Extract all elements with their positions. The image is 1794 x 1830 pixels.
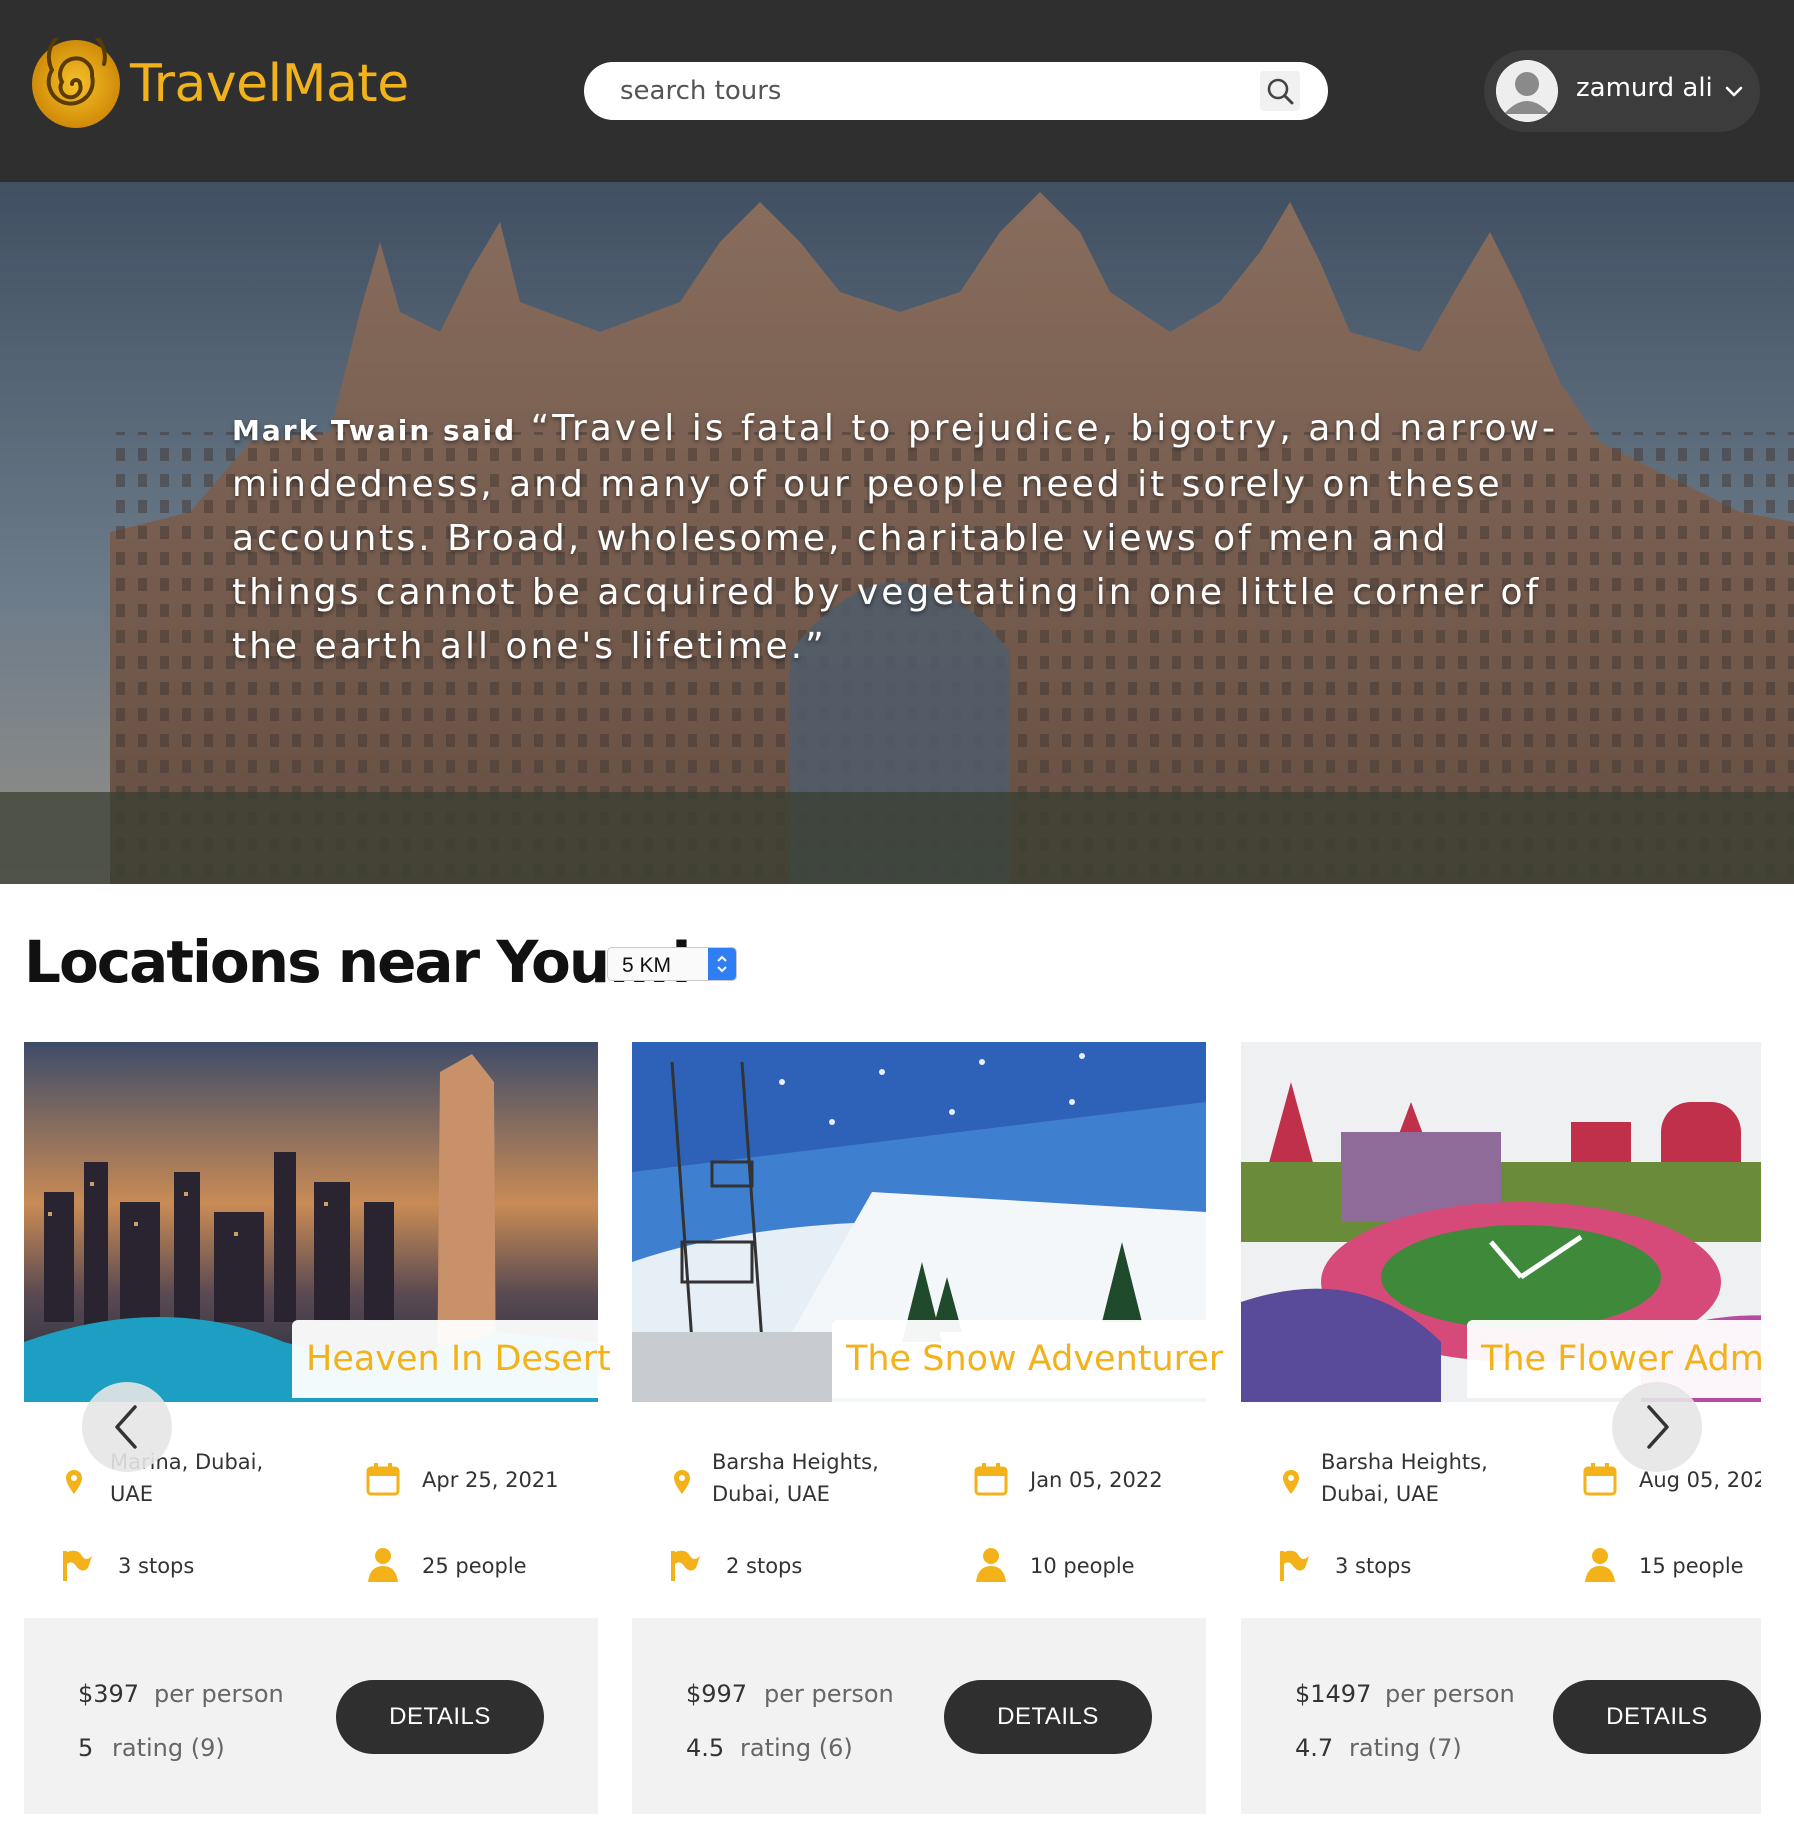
rating-count: rating (9) <box>112 1734 225 1762</box>
tour-location: Barsha Heights, Dubai, UAE <box>712 1450 879 1506</box>
flag-icon <box>1280 1550 1309 1581</box>
section-title: Locations near You...! <box>24 928 695 996</box>
tour-rating: 4.7 <box>1295 1734 1334 1762</box>
tour-people: 25 people <box>422 1554 527 1578</box>
rating-count: rating (6) <box>740 1734 853 1762</box>
tour-title: The Flower Admirer <box>1467 1320 1761 1398</box>
tour-card-footer: $1497 per person 4.7 rating (7) DETAILS <box>1241 1618 1761 1814</box>
calendar-icon <box>1583 1463 1617 1496</box>
spiral-logo-icon <box>32 38 120 128</box>
tour-card-footer: $997 per person 4.5 rating (6) DETAILS <box>632 1618 1206 1814</box>
tour-title: The Snow Adventurer <box>832 1320 1238 1398</box>
tour-price: $997 <box>686 1680 748 1708</box>
tour-title: Heaven In Desert <box>292 1320 625 1398</box>
location-pin-icon <box>1283 1470 1299 1494</box>
tour-card-footer: $397 per person 5 rating (9) DETAILS <box>24 1618 598 1814</box>
brand-logo[interactable]: TravelMate <box>30 38 409 130</box>
rating-count: rating (7) <box>1349 1734 1462 1762</box>
location-pin-icon <box>66 1470 82 1494</box>
price-unit: per person <box>154 1680 284 1708</box>
price-unit: per person <box>1385 1680 1515 1708</box>
quote-author: Mark Twain said <box>232 414 517 447</box>
carousel-next-button[interactable] <box>1612 1382 1702 1472</box>
tour-location: Barsha Heights, Dubai, UAE <box>1321 1450 1488 1506</box>
user-menu[interactable]: zamurd ali <box>1484 50 1760 132</box>
details-button[interactable]: DETAILS <box>944 1680 1152 1754</box>
search-input[interactable] <box>620 62 1220 120</box>
details-button[interactable]: DETAILS <box>1553 1680 1761 1754</box>
person-icon <box>1585 1548 1615 1582</box>
flag-icon <box>671 1550 700 1581</box>
details-button[interactable]: DETAILS <box>336 1680 544 1754</box>
tour-stops: 2 stops <box>726 1554 803 1578</box>
calendar-icon <box>974 1463 1008 1496</box>
brand-name: TravelMate <box>130 54 409 114</box>
tour-date: Jan 05, 2022 <box>1030 1468 1163 1492</box>
search-button[interactable] <box>1260 71 1300 111</box>
distance-select-value: 5 KM <box>622 954 672 977</box>
flag-icon <box>63 1550 92 1581</box>
hero-quote: Mark Twain said “Travel is fatal to prej… <box>232 402 1572 674</box>
tour-price: $1497 <box>1295 1680 1372 1708</box>
tour-people: 10 people <box>1030 1554 1135 1578</box>
chevron-down-icon <box>1725 86 1743 97</box>
distance-select[interactable]: 5 KM <box>607 947 737 981</box>
carousel-prev-button[interactable] <box>82 1382 172 1472</box>
location-pin-icon <box>674 1470 690 1494</box>
user-avatar-icon <box>1496 60 1558 122</box>
tour-carousel: Heaven In Desert Marina, Dubai, UAE Apr … <box>0 1042 1794 1830</box>
tour-date: Apr 25, 2021 <box>422 1468 559 1492</box>
search-bar <box>584 62 1328 120</box>
tour-stops: 3 stops <box>1335 1554 1412 1578</box>
person-icon <box>976 1548 1006 1582</box>
tour-people: 15 people <box>1639 1554 1744 1578</box>
search-icon <box>1267 78 1294 105</box>
price-unit: per person <box>764 1680 894 1708</box>
chevron-right-icon <box>1647 1405 1669 1449</box>
calendar-icon <box>366 1463 400 1496</box>
tour-price: $397 <box>78 1680 140 1708</box>
user-name: zamurd ali <box>1576 73 1713 103</box>
tour-card[interactable]: The Snow Adventurer Barsha Heights, Duba… <box>632 1042 1238 1814</box>
hero-banner: Mark Twain said “Travel is fatal to prej… <box>0 182 1794 884</box>
top-navbar: TravelMate zamurd ali <box>0 0 1794 182</box>
tour-stops: 3 stops <box>118 1554 195 1578</box>
tour-rating: 4.5 <box>686 1734 725 1762</box>
person-icon <box>368 1548 398 1582</box>
tour-rating: 5 <box>78 1734 94 1762</box>
select-arrows-icon <box>708 948 736 980</box>
chevron-left-icon <box>115 1405 137 1449</box>
